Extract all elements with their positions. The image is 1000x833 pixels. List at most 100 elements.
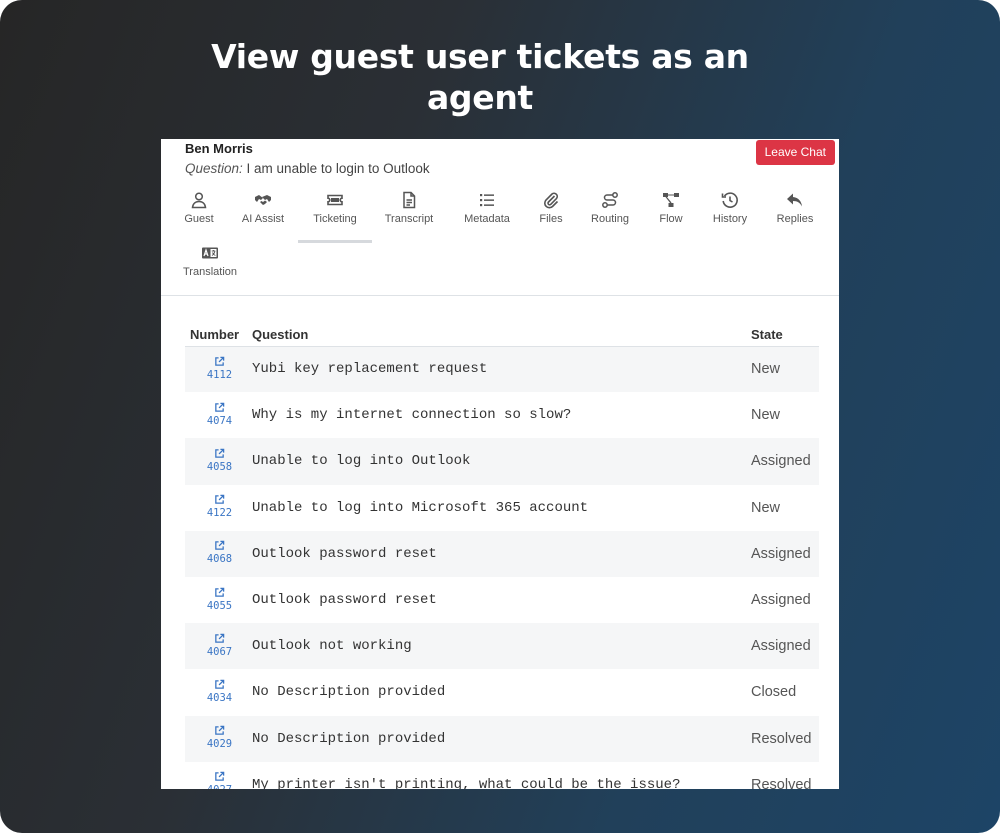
ticket-number: 4058	[206, 460, 233, 473]
ticket-number-link[interactable]: 4122	[207, 494, 232, 519]
ticket-question: Unable to log into Microsoft 365 account	[252, 499, 589, 516]
ticket-number-cell: 4067	[185, 623, 252, 670]
ticket-number-cell: 4034	[185, 669, 252, 715]
ticket-number: 4074	[206, 414, 233, 427]
ticket-question: No Description provided	[252, 684, 446, 701]
tickets-table: Number Question State 4112 Yubi key repla…	[185, 325, 819, 789]
user-icon	[191, 192, 207, 209]
ticket-state: Resolved	[751, 776, 812, 789]
table-row: 4055 Outlook password reset Assigned	[185, 577, 819, 623]
tab-label: AI Assist	[241, 213, 285, 225]
ticket-state: New	[751, 346, 819, 393]
ticket-state: Assigned	[751, 530, 819, 577]
external-link-icon	[215, 725, 225, 735]
ticket-state: Resolved	[751, 715, 819, 762]
ticket-question: Yubi key replacement request	[252, 346, 751, 393]
external-link-icon	[215, 448, 225, 458]
question-label: Question:	[185, 161, 243, 176]
external-link-icon	[215, 772, 225, 782]
external-link-icon	[215, 679, 225, 689]
tab-label: Transcript	[384, 213, 434, 225]
list-icon	[480, 194, 494, 207]
ticket-number-cell: 4074	[185, 392, 252, 438]
document-icon	[403, 191, 416, 209]
translate-icon	[202, 247, 218, 259]
external-link-icon	[215, 633, 225, 643]
ticket-number-link[interactable]: 4074	[207, 402, 232, 427]
ticket-number-link[interactable]: 4067	[207, 633, 232, 658]
leave-chat-button[interactable]: Leave Chat	[755, 140, 835, 165]
ticket-question: My printer isn't printing, what could be…	[252, 776, 681, 789]
tab-label: Guest	[184, 213, 214, 225]
tab-files[interactable]: Files	[535, 191, 567, 225]
tab-label: Replies	[776, 213, 814, 225]
ticket-state: New	[751, 499, 781, 516]
ticket-icon	[327, 194, 343, 206]
ticket-number: 4055	[206, 599, 233, 612]
table-row: 4122 Unable to log into Microsoft 365 acc…	[185, 485, 819, 531]
question-line: Question: I am unable to login to Outloo…	[185, 161, 430, 177]
table-row: 4029 No Description provided Resolved	[185, 715, 819, 762]
table-row: 4067 Outlook not working Assigned	[185, 623, 819, 670]
tab-flow[interactable]: Flow	[656, 191, 686, 225]
ticket-number-link[interactable]: 4034	[207, 679, 232, 704]
ticket-number: 4029	[206, 738, 233, 751]
ticket-state: Assigned	[751, 623, 819, 670]
ticket-number-cell: 4055	[185, 577, 252, 623]
ticket-number-link[interactable]: 4029	[207, 725, 232, 750]
column-header-question: Question	[252, 325, 751, 347]
chat-header: Ben Morris Question: I am unable to logi…	[185, 141, 430, 177]
tab-routing[interactable]: Routing	[589, 191, 631, 225]
external-link-icon	[215, 587, 225, 597]
ticket-number: 4112	[206, 368, 233, 381]
tab-ticketing[interactable]: Ticketing	[298, 191, 372, 243]
table-row: 4074 Why is my internet connection so slo…	[185, 392, 819, 438]
ticket-number-link[interactable]: 4112	[207, 356, 232, 381]
ticket-question: Outlook password reset	[252, 592, 437, 609]
tab-translation[interactable]: Translation	[183, 244, 237, 278]
tab-metadata[interactable]: Metadata	[461, 191, 513, 225]
table-row: 4027 My printer isn't printing, what coul…	[185, 762, 819, 789]
ticket-question: Outlook not working	[252, 623, 751, 670]
tab-replies[interactable]: Replies	[775, 191, 815, 225]
table-row: 4034 No Description provided Closed	[185, 669, 819, 715]
tab-transcript[interactable]: Transcript	[384, 191, 434, 225]
ticket-number-link[interactable]: 4027	[207, 771, 232, 789]
ticket-number-cell: 4029	[185, 715, 252, 762]
external-link-icon	[215, 402, 225, 412]
tab-ai-assist[interactable]: AI Assist	[239, 191, 287, 225]
ticket-number-link[interactable]: 4055	[207, 587, 232, 612]
tab-label: Routing	[591, 213, 629, 225]
tab-history[interactable]: History	[711, 191, 749, 225]
ticket-number-cell: 4112	[185, 346, 252, 393]
ticket-number-link[interactable]: 4068	[207, 540, 232, 565]
history-icon	[721, 192, 738, 208]
external-link-icon	[215, 494, 225, 504]
ticket-number: 4122	[206, 507, 233, 520]
paperclip-icon	[543, 192, 559, 209]
column-header-state: State	[751, 325, 819, 347]
question-text: I am unable to login to Outlook	[242, 161, 430, 176]
ticket-state: New	[751, 407, 781, 424]
ticket-number: 4068	[206, 553, 233, 566]
ticket-question: Unable to log into Outlook	[252, 438, 751, 485]
background-frame: View guest user tickets as an agent Ben …	[0, 0, 1000, 833]
ticket-number: 4027	[207, 784, 232, 789]
tab-label: Files	[539, 213, 563, 225]
table-row: 4058 Unable to log into Outlook Assigned	[185, 438, 819, 485]
ticket-number-link[interactable]: 4058	[207, 448, 232, 473]
ticket-question: Outlook password reset	[252, 530, 751, 577]
tab-label: Flow	[659, 213, 683, 225]
tab-label: Translation	[183, 266, 238, 278]
ticket-number: 4034	[206, 691, 233, 704]
ticket-question: Why is my internet connection so slow?	[252, 407, 572, 424]
route-icon	[602, 192, 618, 208]
chat-panel: Ben Morris Question: I am unable to logi…	[161, 139, 839, 789]
ticket-number-cell: 4058	[185, 438, 252, 485]
ticket-number: 4067	[206, 645, 233, 658]
ticket-number-cell: 4122	[185, 485, 252, 531]
tab-guest[interactable]: Guest	[181, 191, 217, 225]
tab-label: Metadata	[464, 213, 510, 225]
tab-label: Ticketing	[313, 213, 357, 225]
table-row: 4112 Yubi key replacement request New	[185, 346, 819, 393]
